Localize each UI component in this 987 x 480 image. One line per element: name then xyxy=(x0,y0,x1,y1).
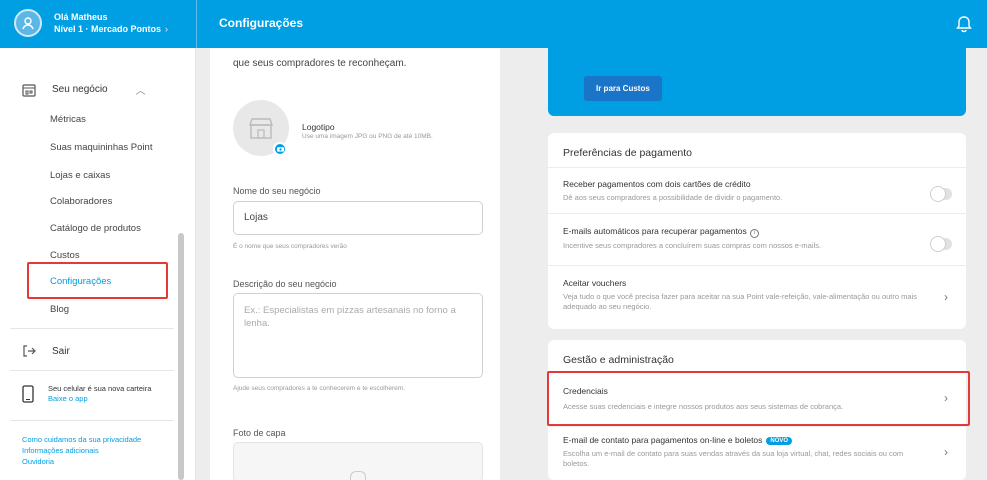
user-greeting: Olá Matheus xyxy=(54,12,108,22)
business-form: que seus compradores te reconheçam. Logo… xyxy=(210,48,500,480)
new-badge: NOVO xyxy=(766,437,793,445)
additional-info-link[interactable]: Informações adicionais xyxy=(22,445,141,456)
sidebar-item-lojas[interactable]: Lojas e caixas xyxy=(50,170,110,181)
two-cards-row[interactable]: Receber pagamentos com dois cartões de c… xyxy=(548,167,966,213)
business-description-help: Ajude seus compradores a te conhecerem e… xyxy=(233,385,405,392)
sidebar-exit-label: Sair xyxy=(52,345,70,357)
logout-icon xyxy=(23,345,36,357)
sidebar-section-seu-negocio[interactable]: Seu negócio ︿ xyxy=(22,82,146,97)
bell-icon[interactable] xyxy=(955,15,973,33)
store-placeholder-icon xyxy=(249,118,273,139)
page-title: Configurações xyxy=(219,16,304,30)
ombudsman-link[interactable]: Ouvidoria xyxy=(22,456,141,467)
sidebar-item-maquininhas[interactable]: Suas maquininhas Point xyxy=(50,142,152,153)
go-to-costs-button[interactable]: Ir para Custos xyxy=(584,76,662,101)
camera-icon[interactable] xyxy=(273,142,287,156)
form-intro-text: que seus compradores te reconheçam. xyxy=(233,58,407,69)
store-icon xyxy=(22,83,36,97)
divider xyxy=(10,420,174,421)
business-name-label: Nome do seu negócio xyxy=(233,186,321,196)
divider xyxy=(10,328,174,329)
logo-hint: Use uma imagem JPG ou PNG de até 10MB. xyxy=(302,133,433,140)
sidebar-item-blog[interactable]: Blog xyxy=(50,304,69,315)
row-title: E-mail de contato para pagamentos on-lin… xyxy=(563,435,793,445)
sidebar: Seu negócio ︿ Métricas Suas maquininhas … xyxy=(0,48,196,480)
row-title: Receber pagamentos com dois cartões de c… xyxy=(563,179,751,189)
app-promo[interactable]: Seu celular é sua nova carteira Baixe o … xyxy=(22,384,151,404)
cover-photo-upload[interactable] xyxy=(233,442,483,480)
row-title-text: E-mails automáticos para recuperar pagam… xyxy=(563,226,747,236)
business-name-input[interactable]: Lojas xyxy=(233,201,483,235)
management-title: Gestão e administração xyxy=(563,354,674,366)
sidebar-scrollbar[interactable] xyxy=(178,233,184,480)
divider xyxy=(10,370,174,371)
sidebar-section-label: Seu negócio xyxy=(52,84,108,95)
user-menu[interactable]: Olá Matheus Nível 1 · Mercado Pontos › xyxy=(14,9,168,37)
payment-preferences-title: Preferências de pagamento xyxy=(563,147,692,159)
sidebar-item-custos[interactable]: Custos xyxy=(50,250,80,261)
image-icon xyxy=(350,471,366,480)
sidebar-item-sair[interactable]: Sair xyxy=(22,344,70,358)
costs-card: Ir para Custos xyxy=(548,48,966,116)
recovery-emails-row[interactable]: E-mails automáticos para recuperar pagam… xyxy=(548,213,966,265)
highlight-box xyxy=(27,262,168,299)
chevron-right-icon: › xyxy=(944,290,948,304)
sidebar-item-colaboradores[interactable]: Colaboradores xyxy=(50,196,112,207)
info-icon[interactable]: i xyxy=(749,229,759,238)
avatar xyxy=(14,9,42,37)
app-download-link[interactable]: Baixe o app xyxy=(48,394,151,404)
row-description: Escolha um e-mail de contato para suas v… xyxy=(563,449,904,468)
row-title: E-mails automáticos para recuperar pagam… xyxy=(563,226,759,238)
recovery-emails-toggle[interactable] xyxy=(930,236,952,252)
row-title-text: E-mail de contato para pagamentos on-lin… xyxy=(563,435,763,445)
cover-photo-label: Foto de capa xyxy=(233,428,286,438)
sidebar-item-metricas[interactable]: Métricas xyxy=(50,114,86,125)
contact-email-row[interactable]: E-mail de contato para pagamentos on-lin… xyxy=(548,426,966,480)
business-description-input[interactable]: Ex.: Especialistas em pizzas artesanais … xyxy=(233,293,483,378)
row-description: Incentive seus compradores a concluírem … xyxy=(563,241,822,250)
row-description: Dê aos seus compradores a possibilidade … xyxy=(563,193,783,202)
two-cards-toggle[interactable] xyxy=(930,186,952,202)
chevron-right-icon: › xyxy=(944,445,948,459)
row-description: Veja tudo o que você precisa fazer para … xyxy=(563,292,917,311)
user-level: Nível 1 · Mercado Pontos xyxy=(54,24,162,34)
payment-preferences-panel: Preferências de pagamento Receber pagame… xyxy=(548,133,966,329)
user-icon xyxy=(22,17,34,30)
chevron-up-icon: ︿ xyxy=(135,86,146,97)
top-bar: Olá Matheus Nível 1 · Mercado Pontos › Co… xyxy=(0,0,987,48)
app-promo-text: Seu celular é sua nova carteira xyxy=(48,384,152,393)
privacy-link[interactable]: Como cuidamos da sua privacidade xyxy=(22,434,141,445)
header-divider xyxy=(196,0,197,48)
phone-icon xyxy=(22,385,34,403)
vouchers-row[interactable]: Aceitar vouchers Veja tudo o que você pr… xyxy=(548,265,966,329)
business-name-help: É o nome que seus compradores verão xyxy=(233,243,347,250)
sidebar-item-catalogo[interactable]: Catálogo de produtos xyxy=(50,223,141,234)
footer-links: Como cuidamos da sua privacidade Informa… xyxy=(22,434,141,467)
highlight-box xyxy=(547,371,970,426)
row-title: Aceitar vouchers xyxy=(563,278,627,288)
chevron-right-icon: › xyxy=(165,24,169,34)
business-description-label: Descrição do seu negócio xyxy=(233,279,337,289)
logo-title: Logotipo xyxy=(302,122,335,132)
